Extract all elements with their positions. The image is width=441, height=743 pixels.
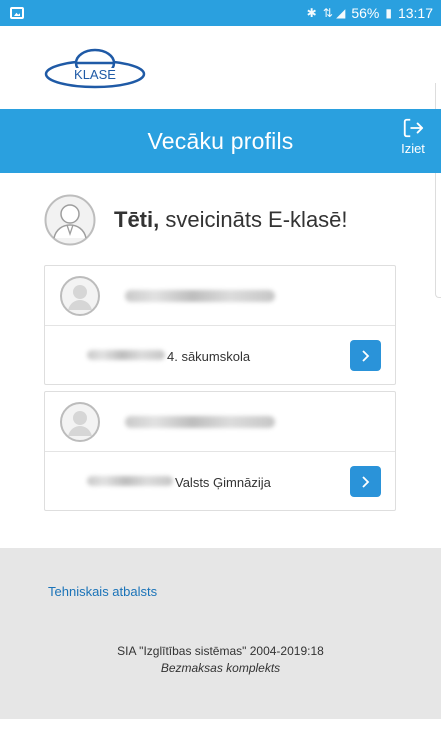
- open-child-button[interactable]: [350, 466, 381, 497]
- battery-icon: ▮: [385, 6, 392, 20]
- greeting-message: sveicināts E-klasē!: [159, 207, 348, 232]
- logo-area: KLASE: [0, 26, 441, 109]
- logo-text: KLASE: [74, 67, 116, 82]
- class-info-redacted: [87, 476, 173, 486]
- copyright-text: SIA "Izglītības sistēmas" 2004-2019:18: [117, 644, 324, 658]
- bottom-strip: [0, 719, 441, 743]
- footer: Tehniskais atbalsts SIA "Izglītības sist…: [0, 548, 441, 743]
- chevron-right-icon: [361, 349, 369, 362]
- child-school-row: 4. sākumskola: [45, 326, 395, 386]
- logout-label: Iziet: [401, 141, 425, 156]
- child-name-row: [45, 266, 395, 326]
- child-school-row: Valsts Ģimnāzija: [45, 452, 395, 512]
- 4g-signal-icon: ⇅ ◢: [322, 6, 346, 20]
- klase-logo: KLASE: [44, 48, 146, 89]
- child-avatar-icon: [60, 276, 100, 316]
- child-name-row: [45, 392, 395, 452]
- open-child-button[interactable]: [350, 340, 381, 371]
- logout-button[interactable]: Iziet: [391, 117, 435, 167]
- status-icons: ✱ ⇅ ◢ 56% ▮ 13:17: [307, 5, 433, 21]
- bluetooth-icon: ✱: [306, 6, 317, 20]
- child-name-redacted: [125, 416, 275, 428]
- status-bar: ✱ ⇅ ◢ 56% ▮ 13:17: [0, 0, 441, 26]
- parent-avatar-icon: [44, 194, 96, 246]
- child-avatar-icon: [60, 402, 100, 442]
- school-name: Valsts Ģimnāzija: [175, 474, 271, 490]
- gallery-icon: [10, 7, 24, 19]
- child-card: Valsts Ģimnāzija: [44, 391, 396, 511]
- child-card: 4. sākumskola: [44, 265, 396, 385]
- plan-text: Bezmaksas komplekts: [160, 661, 281, 675]
- support-link[interactable]: Tehniskais atbalsts: [48, 584, 157, 599]
- app-header: Vecāku profils Iziet: [0, 109, 441, 173]
- class-info-redacted: [87, 350, 165, 360]
- school-name: 4. sākumskola: [167, 348, 251, 364]
- clock: 13:17: [397, 5, 433, 21]
- logout-icon: [403, 118, 424, 138]
- parent-name: Tēti,: [114, 207, 160, 232]
- battery-level: 56%: [351, 5, 380, 21]
- page-title: Vecāku profils: [147, 127, 294, 154]
- child-name-redacted: [125, 290, 275, 302]
- chevron-right-icon: [361, 475, 369, 488]
- greeting: Tēti, sveicināts E-klasē!: [44, 194, 348, 246]
